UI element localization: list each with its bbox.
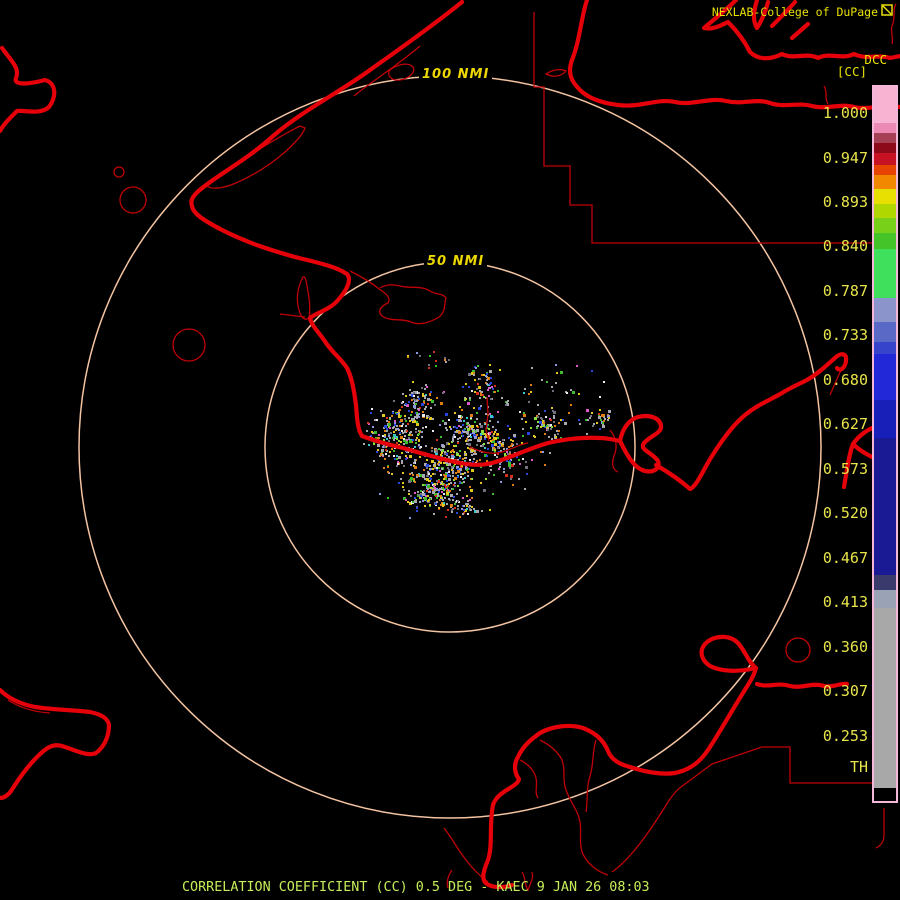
colorbar-tick-label: 0.947 bbox=[822, 149, 868, 167]
range-ring bbox=[78, 75, 822, 819]
colorbar-tick-label: 0.627 bbox=[822, 415, 868, 433]
station-header-text: NEXLAB-College of DuPage bbox=[711, 4, 878, 19]
colorbar-tick-label: 0.307 bbox=[822, 682, 868, 700]
range-ring bbox=[264, 261, 636, 633]
colorbar-tick-label: 0.520 bbox=[822, 504, 868, 522]
colorbar-tick-label: 0.467 bbox=[822, 549, 868, 567]
dupage-logo-icon bbox=[881, 4, 893, 19]
radar-map-canvas bbox=[0, 0, 900, 892]
product-caption: CORRELATION COEFFICIENT (CC) 0.5 DEG - K… bbox=[182, 880, 650, 895]
map-lake-circle bbox=[113, 166, 125, 178]
map-lake-circle bbox=[119, 186, 147, 214]
range-ring-label-50nmi: 50 NMI bbox=[424, 254, 488, 269]
range-rings bbox=[78, 75, 822, 819]
map-outlines-thin bbox=[7, 3, 897, 892]
map-lake-circle bbox=[172, 328, 206, 362]
colorbar bbox=[872, 85, 898, 803]
colorbar-tick-label: 0.573 bbox=[822, 460, 868, 478]
colorbar-tick-label: 0.360 bbox=[822, 638, 868, 656]
colorbar-tick-label: 0.840 bbox=[822, 237, 868, 255]
colorbar-unit-label: [CC] bbox=[836, 64, 867, 79]
colorbar-tick-label: 0.413 bbox=[822, 593, 868, 611]
colorbar-tick-label: 1.000 bbox=[822, 104, 868, 122]
colorbar-tick-label: 0.787 bbox=[822, 282, 868, 300]
colorbar-threshold-label: TH bbox=[849, 758, 868, 776]
colorbar-tick-label: 0.893 bbox=[822, 193, 868, 211]
station-header: NEXLAB-College of DuPage bbox=[712, 4, 893, 19]
range-ring-label-100nmi: 100 NMI bbox=[419, 67, 493, 82]
colorbar-product-label: DCC bbox=[864, 52, 887, 67]
map-lake-circle bbox=[785, 637, 811, 663]
colorbar-tick-label: 0.733 bbox=[822, 326, 868, 344]
radar-display: NEXLAB-College of DuPage DCC [CC] 100 NM… bbox=[0, 0, 900, 900]
colorbar-tick-label: 0.680 bbox=[822, 371, 868, 389]
colorbar-tick-label: 0.253 bbox=[822, 727, 868, 745]
